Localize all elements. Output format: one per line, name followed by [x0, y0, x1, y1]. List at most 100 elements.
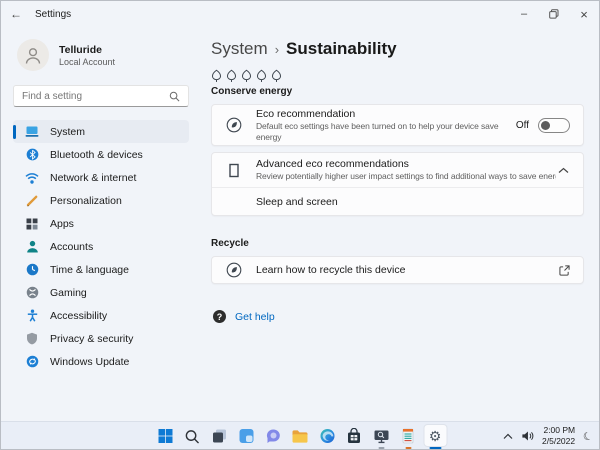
sidebar-item-label: System [50, 125, 86, 138]
advanced-eco-header[interactable]: Advanced eco recommendations Review pote… [212, 153, 583, 187]
user-profile[interactable]: Telluride Local Account [17, 39, 189, 71]
window-controls: – × [509, 1, 599, 27]
toggle-knob [541, 120, 550, 130]
user-info: Telluride Local Account [59, 44, 115, 67]
sidebar-item-personalization[interactable]: Personalization [13, 189, 189, 212]
sidebar-item-label: Bluetooth & devices [50, 148, 143, 161]
close-button[interactable]: × [569, 1, 599, 27]
clock-globe-icon [25, 263, 39, 277]
running-indicator [378, 447, 384, 449]
breadcrumb-separator-icon: › [274, 42, 280, 57]
chat-button[interactable] [260, 422, 287, 450]
edge-button[interactable] [314, 422, 341, 450]
remote-monitor-button[interactable] [368, 422, 395, 450]
pen-icon [25, 194, 39, 208]
sidebar-item-windows-update[interactable]: Windows Update [13, 350, 189, 373]
advanced-eco-title: Advanced eco recommendations [256, 158, 409, 171]
minimize-button[interactable]: – [509, 1, 539, 27]
leaf-icon [241, 69, 252, 82]
sidebar-item-accounts[interactable]: Accounts [13, 235, 189, 258]
advanced-eco-text: Advanced eco recommendations Review pote… [256, 158, 556, 182]
leaf-icon [211, 69, 222, 82]
user-name: Telluride [59, 43, 102, 56]
accessibility-person-icon [25, 309, 39, 323]
eco-recommendation-description: Default eco settings have been turned on… [256, 120, 499, 142]
sidebar-item-label: Personalization [50, 194, 122, 207]
folder-icon [292, 429, 309, 444]
sidebar-item-bluetooth[interactable]: Bluetooth & devices [13, 143, 189, 166]
recycle-link-label: Learn how to recycle this device [256, 264, 406, 276]
chat-icon [265, 428, 281, 444]
eco-recommendation-title: Eco recommendation [256, 107, 356, 120]
avatar [17, 39, 49, 71]
restore-icon [549, 9, 559, 19]
chevron-up-icon[interactable] [556, 167, 570, 174]
get-help-link[interactable]: Get help [235, 311, 275, 323]
update-icon [25, 355, 39, 369]
widgets-button[interactable] [233, 422, 260, 450]
sidebar-item-system[interactable]: System [13, 120, 189, 143]
clock[interactable]: 2:00 PM 2/5/2022 [542, 425, 575, 447]
close-icon: × [580, 6, 588, 22]
running-indicator [405, 447, 411, 449]
notebook-icon [402, 428, 415, 444]
sidebar-item-label: Gaming [50, 286, 87, 299]
search-box[interactable] [13, 85, 189, 107]
start-button[interactable] [152, 422, 179, 450]
get-help-row: ? Get help [213, 310, 584, 323]
sidebar-item-accessibility[interactable]: Accessibility [13, 304, 189, 327]
taskbar-search-button[interactable] [179, 422, 206, 450]
tray-chevron-up-icon[interactable] [503, 433, 513, 440]
tray-date: 2/5/2022 [542, 436, 576, 446]
back-button[interactable]: ← [1, 7, 31, 21]
leaf-icon [271, 69, 282, 82]
advanced-eco-card: Advanced eco recommendations Review pote… [211, 152, 584, 216]
help-icon: ? [213, 310, 226, 323]
eco-toggle-group: Off [515, 117, 570, 133]
store-button[interactable] [341, 422, 368, 450]
taskbar-icons: ⚙ [152, 422, 449, 450]
sleep-and-screen-item[interactable]: Sleep and screen [212, 187, 583, 215]
leaf-icon [256, 69, 267, 82]
leaf-icon [226, 69, 237, 82]
sidebar-item-label: Privacy & security [50, 332, 134, 345]
recycle-leaf-circle-icon [225, 262, 243, 278]
sidebar-item-label: Network & internet [50, 171, 137, 184]
breadcrumb-parent[interactable]: System [211, 39, 268, 59]
page-title: Sustainability [286, 39, 397, 58]
recycle-card[interactable]: Learn how to recycle this device [211, 256, 584, 284]
sidebar-item-apps[interactable]: Apps [13, 212, 189, 235]
system-icon [25, 125, 39, 139]
settings-taskbar-button[interactable]: ⚙ [422, 422, 449, 450]
titlebar: ← Settings – × [1, 1, 599, 27]
wifi-icon [25, 171, 39, 185]
breadcrumb: System › Sustainability [211, 39, 584, 59]
sidebar-item-time-language[interactable]: Time & language [13, 258, 189, 281]
toggle-state-label: Off [515, 119, 529, 131]
advanced-eco-description: Review potentially higher user impact se… [256, 171, 556, 182]
user-account-type: Local Account [59, 56, 116, 67]
speaker-icon[interactable] [521, 430, 534, 442]
restore-button[interactable] [539, 1, 569, 27]
task-view-icon [211, 428, 227, 444]
xbox-icon [25, 286, 39, 300]
sidebar-item-network[interactable]: Network & internet [13, 166, 189, 189]
settings-gear-icon: ⚙ [428, 428, 442, 444]
taskbar: ⚙ 2:00 PM 2/5/2022 ☾ [1, 421, 599, 449]
focus-assist-moon-icon[interactable]: ☾ [581, 428, 595, 443]
file-explorer-button[interactable] [287, 422, 314, 450]
sidebar-item-privacy[interactable]: Privacy & security [13, 327, 189, 350]
windows-logo-icon [157, 428, 173, 444]
back-icon: ← [10, 7, 22, 21]
widgets-icon [238, 428, 254, 444]
eco-rating-leaves [211, 69, 584, 83]
eco-toggle-switch[interactable] [538, 117, 570, 133]
search-input[interactable] [22, 90, 169, 102]
task-view-button[interactable] [206, 422, 233, 450]
sleep-and-screen-label: Sleep and screen [256, 195, 338, 208]
sidebar-item-gaming[interactable]: Gaming [13, 281, 189, 304]
sidebar-item-label: Apps [50, 217, 74, 230]
notebook-button[interactable] [395, 422, 422, 450]
app-title: Settings [35, 8, 72, 20]
account-person-icon [25, 240, 39, 254]
